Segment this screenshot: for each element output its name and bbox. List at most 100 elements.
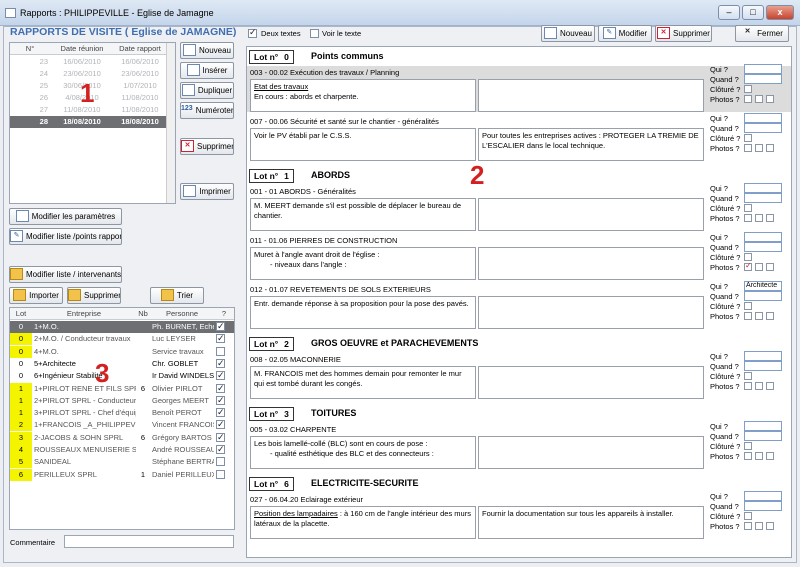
item-right-text[interactable] [478,198,704,231]
photo-checkbox[interactable] [755,214,763,222]
cloture-checkbox[interactable] [744,134,752,142]
quand-input[interactable] [744,291,782,301]
minimize-button[interactable]: – [718,5,740,20]
dupliquer-button[interactable]: Dupliquer [180,82,234,99]
item-right-text[interactable] [478,366,704,399]
quand-input[interactable] [744,242,782,252]
photo-checkbox[interactable] [744,452,752,460]
item-left-text[interactable]: M. FRANCOIS met des hommes demain pour r… [250,366,476,399]
contact-present-checkbox[interactable] [216,394,225,406]
item-right-text[interactable]: Pour toutes les entreprises actives : PR… [478,128,704,161]
photo-checkbox[interactable] [744,214,752,222]
contact-present-checkbox[interactable] [216,320,225,332]
deux-textes-checkbox[interactable] [248,27,257,38]
photo-checkbox[interactable] [744,261,752,271]
photo-checkbox[interactable] [766,522,774,530]
report-row[interactable]: 23 16/06/2010 16/06/2010 [10,56,166,68]
photo-checkbox[interactable] [766,214,774,222]
quand-input[interactable] [744,74,782,84]
item-right-text[interactable]: Fournir la documentation sur tous les ap… [478,506,704,539]
contact-row[interactable]: 1 3+PIRLOT SPRL - Chef d'équipe Benoît PER… [10,406,234,420]
photo-checkbox[interactable] [755,263,763,271]
contact-present-checkbox[interactable] [216,418,225,430]
cloture-checkbox[interactable] [744,372,752,380]
trier-button[interactable]: Trier [150,287,204,304]
contact-row[interactable]: 01+M.O. Ph. BURNET, Echevin [10,320,234,333]
top-nouveau-button[interactable]: Nouveau [541,25,595,42]
photo-checkbox[interactable] [755,95,763,103]
contact-present-checkbox[interactable] [216,431,225,443]
voir-texte-checkbox[interactable] [310,29,319,38]
cloture-checkbox[interactable] [744,302,752,310]
modifier-liste-intervenants-button[interactable]: Modifier liste / intervenants [9,266,122,283]
photo-checkbox[interactable] [755,312,763,320]
item-right-text[interactable] [478,436,704,469]
cloture-checkbox[interactable] [744,253,752,261]
contact-row[interactable]: 3 2-JACOBS & SOHN SPRL 6 Grégory BARTOS [10,431,234,444]
item-left-text[interactable]: Les bois lamellé-collé (BLC) sont en cou… [250,436,476,469]
commentaire-input[interactable] [64,535,234,548]
numeroter-button[interactable]: 123 Numéroter [180,102,234,119]
contact-row[interactable]: 0 2+M.O. / Conducteur travaux Luc LEYSER [10,332,234,346]
photo-checkbox[interactable] [766,95,774,103]
contact-row[interactable]: 21+FRANCOIS _A_PHILIPPEVILLE Vincent FRAN… [10,418,234,432]
quand-input[interactable] [744,431,782,441]
photo-checkbox[interactable] [755,522,763,530]
photo-checkbox[interactable] [755,144,763,152]
qui-input[interactable] [744,183,782,193]
contact-present-checkbox[interactable] [216,332,225,344]
contact-present-checkbox[interactable] [216,406,225,418]
item-left-text[interactable]: Voir le PV établi par le C.S.S. [250,128,476,161]
cloture-checkbox[interactable] [744,512,752,520]
photo-checkbox[interactable] [766,263,774,271]
cloture-checkbox[interactable] [744,85,752,93]
item-left-text[interactable]: Position des lampadaires : à 160 cm de l… [250,506,476,539]
quand-input[interactable] [744,501,782,511]
item-left-text[interactable]: Muret à l'angle avant droit de l'église … [250,247,476,280]
contact-row[interactable]: 1 1+PIRLOT RENE ET FILS SPRL 6 Olivier PIRL… [10,382,234,395]
inserer-button[interactable]: Insérer [180,62,234,79]
photo-checkbox[interactable] [744,312,752,320]
imprimer-button[interactable]: Imprimer [180,183,234,200]
qui-input[interactable] [744,232,782,242]
photo-checkbox[interactable] [766,382,774,390]
intervenants-supprimer-button[interactable]: Supprimer [67,287,121,304]
top-supprimer-button[interactable]: ✕ Supprimer [655,25,712,42]
report-row[interactable]: 28 18/08/2010 18/08/2010 [10,116,166,128]
side-supprimer-button[interactable]: ✕ Supprimer [180,138,234,155]
photo-checkbox[interactable] [766,312,774,320]
fermer-button[interactable]: ✕ Fermer [735,25,789,42]
modifier-liste-points-button[interactable]: ✎ Modifier liste /points rapport [9,228,122,245]
item-right-text[interactable] [478,79,704,112]
close-window-button[interactable]: x [766,5,794,20]
side-nouveau-button[interactable]: Nouveau [180,42,234,59]
qui-input[interactable] [744,351,782,361]
contact-row[interactable]: 0 4+M.O. Service travaux [10,345,234,358]
contact-present-checkbox[interactable] [216,443,225,455]
contact-present-checkbox[interactable] [216,357,225,369]
contact-present-checkbox[interactable] [216,369,225,381]
item-left-text[interactable]: M. MEERT demande s'il est possible de dé… [250,198,476,231]
qui-input[interactable] [744,113,782,123]
top-modifier-button[interactable]: ✎ Modifier [598,25,652,42]
photo-checkbox[interactable] [744,522,752,530]
contact-row[interactable]: 0 5+Architecte Chr. GOBLET [10,357,234,370]
photo-checkbox[interactable] [755,452,763,460]
maximize-button[interactable]: □ [742,5,764,20]
photo-checkbox[interactable] [766,144,774,152]
quand-input[interactable] [744,361,782,371]
contact-row[interactable]: 5SANIDEAL Stéphane BERTRAND [10,456,234,469]
photo-checkbox[interactable] [766,452,774,460]
photo-checkbox[interactable] [744,382,752,390]
qui-input[interactable]: Architecte [744,281,782,291]
cloture-checkbox[interactable] [744,442,752,450]
photo-checkbox[interactable] [755,382,763,390]
cloture-checkbox[interactable] [744,204,752,212]
contact-present-checkbox[interactable] [216,346,225,356]
qui-input[interactable] [744,491,782,501]
item-right-text[interactable] [478,296,704,329]
modifier-parametres-button[interactable]: Modifier les paramètres [9,208,122,225]
contact-row[interactable]: 6 PERILLEUX SPRL 1 Daniel PERILLEUX [10,468,234,481]
photo-checkbox[interactable] [744,144,752,152]
contact-present-checkbox[interactable] [216,469,225,479]
